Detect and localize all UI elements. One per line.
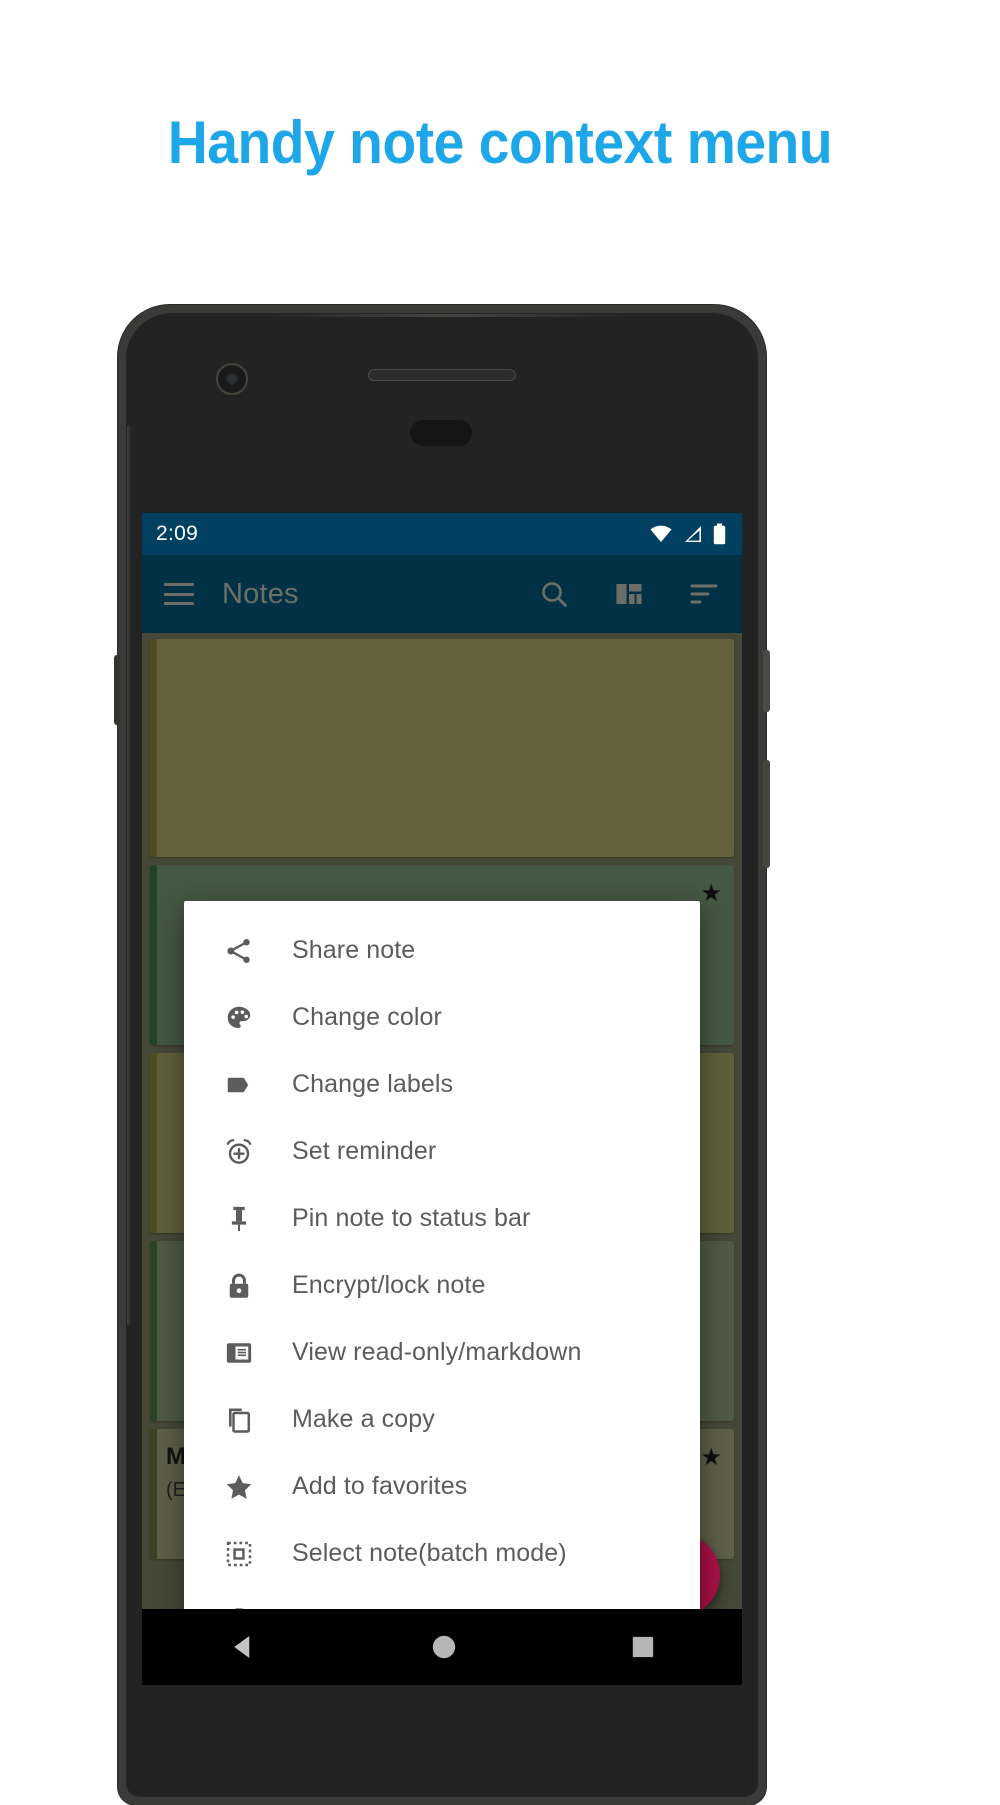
android-navigation-bar	[142, 1609, 742, 1685]
signal-icon	[685, 526, 701, 542]
menu-item-label: Set reminder	[292, 1137, 437, 1165]
phone-screen: 2:09 Notes ★ My ★ Share note Change colo…	[142, 513, 742, 1685]
menu-item-label: Select note(batch mode)	[292, 1539, 567, 1567]
status-bar-clock: 2:09	[156, 522, 199, 545]
menu-item-pin-note[interactable]: Pin note to status bar	[184, 1185, 700, 1252]
copy-icon	[222, 1403, 256, 1437]
menu-item-share-note[interactable]: Share note	[184, 917, 700, 984]
note-context-menu: Share note Change color Change labels Se…	[184, 901, 700, 1670]
alarm-add-icon	[222, 1135, 256, 1169]
menu-item-label: View read-only/markdown	[292, 1338, 582, 1366]
menu-item-change-labels[interactable]: Change labels	[184, 1051, 700, 1118]
phone-device-frame: 2:09 Notes ★ My ★ Share note Change colo…	[114, 305, 770, 1805]
menu-item-label: Pin note to status bar	[292, 1204, 531, 1232]
volume-button[interactable]	[763, 760, 770, 868]
menu-item-label: Encrypt/lock note	[292, 1271, 486, 1299]
front-camera-icon	[216, 363, 248, 395]
home-circle-icon[interactable]	[430, 1633, 458, 1661]
menu-item-set-reminder[interactable]: Set reminder	[184, 1118, 700, 1185]
lock-icon	[222, 1269, 256, 1303]
sensor-housing	[410, 420, 472, 446]
recents-square-icon[interactable]	[630, 1634, 656, 1660]
power-button[interactable]	[763, 650, 770, 712]
select-dashed-icon	[222, 1537, 256, 1571]
menu-item-encrypt-lock-note[interactable]: Encrypt/lock note	[184, 1252, 700, 1319]
menu-item-label: Add to favorites	[292, 1472, 468, 1500]
menu-item-label: Change labels	[292, 1070, 454, 1098]
battery-icon	[713, 523, 726, 545]
read-only-icon	[222, 1336, 256, 1370]
left-side-button[interactable]	[114, 655, 120, 725]
page-title: Handy note context menu	[167, 109, 833, 176]
earpiece-speaker	[368, 369, 516, 381]
menu-item-label: Make a copy	[292, 1405, 435, 1433]
share-icon	[222, 934, 256, 968]
back-triangle-icon[interactable]	[228, 1632, 258, 1662]
star-icon	[222, 1470, 256, 1504]
menu-item-label: Share note	[292, 936, 416, 964]
status-bar-icons	[649, 523, 726, 545]
pin-icon	[222, 1202, 256, 1236]
menu-item-view-read-only-markdown[interactable]: View read-only/markdown	[184, 1319, 700, 1386]
bezel-highlight-top	[258, 314, 638, 317]
menu-item-change-color[interactable]: Change color	[184, 984, 700, 1051]
menu-item-select-note-batch-mode[interactable]: Select note(batch mode)	[184, 1520, 700, 1587]
palette-icon	[222, 1001, 256, 1035]
status-bar: 2:09	[142, 513, 742, 555]
bezel-highlight-left	[127, 425, 131, 1325]
wifi-icon	[650, 525, 672, 542]
label-tag-icon	[222, 1068, 256, 1102]
menu-item-make-a-copy[interactable]: Make a copy	[184, 1386, 700, 1453]
menu-item-label: Change color	[292, 1003, 442, 1031]
menu-item-add-to-favorites[interactable]: Add to favorites	[184, 1453, 700, 1520]
